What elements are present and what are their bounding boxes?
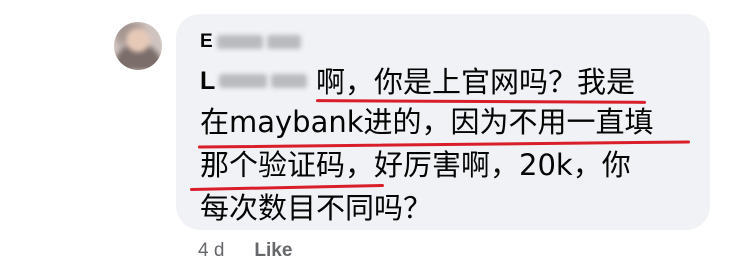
comment-actions: 4 d Like	[198, 236, 292, 266]
comment-text-line-1: 啊，你是上官网吗？我是	[316, 65, 636, 99]
mention-initial: L	[200, 66, 216, 95]
author-surname-redacted	[266, 35, 301, 49]
comment-timestamp[interactable]: 4 d	[198, 240, 224, 262]
mention-tag[interactable]: L	[200, 64, 308, 98]
like-button[interactable]: Like	[254, 240, 292, 262]
author-name-redacted	[216, 35, 263, 49]
mention-surname-redacted	[271, 74, 308, 88]
comment: E L 啊，你是上官网吗？我是 在maybank进的，因为不用一直填 那个验证码…	[0, 0, 747, 278]
avatar[interactable]	[114, 22, 162, 70]
comment-author[interactable]: E	[200, 28, 301, 56]
mention-name-redacted	[219, 74, 268, 88]
comment-text-line-3: 那个验证码，好厉害啊，20k，你	[200, 148, 631, 182]
comment-text-line-4: 每次数目不同吗？	[200, 191, 433, 225]
author-initial: E	[200, 31, 213, 52]
comment-bubble: E L 啊，你是上官网吗？我是 在maybank进的，因为不用一直填 那个验证码…	[176, 14, 710, 230]
comment-text-line-2: 在maybank进的，因为不用一直填	[200, 105, 654, 139]
avatar-blurred-image	[114, 22, 162, 70]
